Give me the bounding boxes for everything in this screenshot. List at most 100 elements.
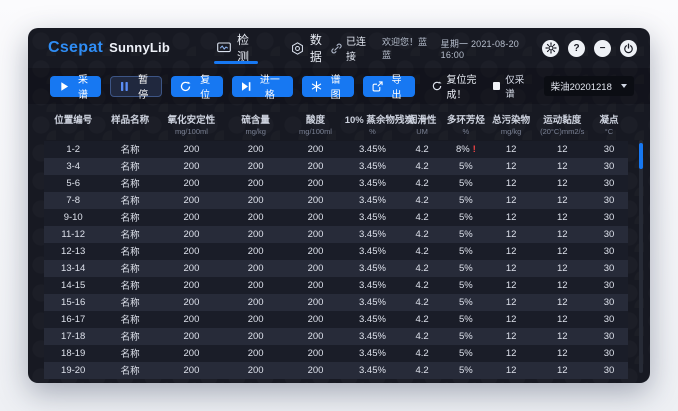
export-button[interactable]: 导出 xyxy=(363,76,415,97)
value-cell: 12 xyxy=(488,192,535,209)
sample-name-cell: 名称 xyxy=(102,260,157,277)
step-forward-button[interactable]: 进一格 xyxy=(232,76,292,97)
help-button[interactable]: ? xyxy=(568,40,585,57)
value-cell: 4.2 xyxy=(400,192,444,209)
value-cell: 30 xyxy=(590,277,628,294)
logo-text-secondary: SunnyLib xyxy=(109,40,170,55)
only-capture-checkbox[interactable]: 仅采谱 xyxy=(493,72,532,100)
tab-label: 数据 xyxy=(310,31,328,65)
capture-button[interactable]: 采谱 xyxy=(50,76,101,97)
minimize-button[interactable]: − xyxy=(594,40,611,57)
sample-select[interactable]: 柴油20201218 xyxy=(544,76,634,96)
welcome-text: 欢迎您！蓝蓝 xyxy=(382,35,428,61)
tab-detection[interactable]: 检测 xyxy=(214,28,258,68)
value-cell: 12 xyxy=(535,345,590,362)
power-button[interactable] xyxy=(620,40,637,57)
column-header: 位置编号 xyxy=(44,108,102,141)
alert-icon: ! xyxy=(473,144,476,154)
value-cell: 4.2 xyxy=(400,158,444,175)
table-row[interactable]: 11-12名称2002002003.45%4.25%121230 xyxy=(44,226,628,243)
value-cell: 200 xyxy=(286,226,344,243)
position-cell: 19-20 xyxy=(44,362,102,379)
value-cell: 30 xyxy=(590,260,628,277)
value-cell: 12 xyxy=(535,277,590,294)
table-row[interactable]: 3-4名称2002002003.45%4.25%121230 xyxy=(44,158,628,175)
value-cell: 200 xyxy=(158,260,225,277)
value-cell: 5% xyxy=(444,243,488,260)
button-label: 谱图 xyxy=(327,71,345,101)
value-cell: 12 xyxy=(488,311,535,328)
table-row[interactable]: 5-6名称2002002003.45%4.25%121230 xyxy=(44,175,628,192)
value-cell: 12 xyxy=(488,328,535,345)
scrollbar-thumb[interactable] xyxy=(639,143,643,169)
table-row[interactable]: 19-20名称2002002003.45%4.25%121230 xyxy=(44,362,628,379)
column-header: 酸度mg/100ml xyxy=(286,108,344,141)
value-cell: 3.45% xyxy=(345,192,400,209)
value-cell: 4.2 xyxy=(400,243,444,260)
table-row[interactable]: 15-16名称2002002003.45%4.25%121230 xyxy=(44,294,628,311)
position-cell: 5-6 xyxy=(44,175,102,192)
value-cell: 8%! xyxy=(444,141,488,158)
position-cell: 9-10 xyxy=(44,209,102,226)
button-label: 暂停 xyxy=(134,71,152,101)
value-cell: 3.45% xyxy=(345,226,400,243)
sample-name-cell: 名称 xyxy=(102,175,157,192)
table-row[interactable]: 7-8名称2002002003.45%4.25%121230 xyxy=(44,192,628,209)
value-cell: 200 xyxy=(225,311,286,328)
reset-icon xyxy=(180,81,191,92)
table-row[interactable]: 14-15名称2002002003.45%4.25%121230 xyxy=(44,277,628,294)
value-cell: 12 xyxy=(535,311,590,328)
table-row[interactable]: 12-13名称2002002003.45%4.25%121230 xyxy=(44,243,628,260)
vertical-scrollbar[interactable] xyxy=(639,140,643,373)
table-row[interactable]: 13-14名称2002002003.45%4.25%121230 xyxy=(44,260,628,277)
datetime-text: 星期一 2021-08-20 16:00 xyxy=(441,37,529,60)
spectrum-button[interactable]: 谱图 xyxy=(302,76,354,97)
pause-button[interactable]: 暂停 xyxy=(110,76,162,97)
sample-name-cell: 名称 xyxy=(102,345,157,362)
export-icon xyxy=(372,81,383,92)
table-row[interactable]: 17-18名称2002002003.45%4.25%121230 xyxy=(44,328,628,345)
value-cell: 12 xyxy=(535,226,590,243)
value-cell: 5% xyxy=(444,362,488,379)
position-cell: 18-19 xyxy=(44,345,102,362)
checkbox-icon[interactable] xyxy=(493,82,500,90)
value-cell: 200 xyxy=(158,158,225,175)
button-label: 导出 xyxy=(388,71,406,101)
column-header: 样品名称 xyxy=(102,108,157,141)
settings-button[interactable] xyxy=(542,40,559,57)
main-nav: 检测 数据 xyxy=(214,28,331,68)
value-cell: 5% xyxy=(444,209,488,226)
position-cell: 7-8 xyxy=(44,192,102,209)
value-cell: 4.2 xyxy=(400,311,444,328)
value-cell: 3.45% xyxy=(345,175,400,192)
value-cell: 200 xyxy=(225,345,286,362)
title-bar: Csepat SunnyLib 检测 xyxy=(28,28,650,68)
value-cell: 12 xyxy=(488,141,535,158)
value-cell: 30 xyxy=(590,141,628,158)
value-cell: 200 xyxy=(158,294,225,311)
value-cell: 3.45% xyxy=(345,209,400,226)
value-cell: 5% xyxy=(444,175,488,192)
position-cell: 3-4 xyxy=(44,158,102,175)
value-cell: 200 xyxy=(225,158,286,175)
value-cell: 12 xyxy=(488,243,535,260)
connection-label: 已连接 xyxy=(346,33,369,63)
value-cell: 30 xyxy=(590,294,628,311)
value-cell: 200 xyxy=(286,294,344,311)
value-cell: 12 xyxy=(535,294,590,311)
value-cell: 200 xyxy=(225,192,286,209)
value-cell: 4.2 xyxy=(400,226,444,243)
table-row[interactable]: 16-17名称2002002003.45%4.25%121230 xyxy=(44,311,628,328)
sample-name-cell: 名称 xyxy=(102,294,157,311)
tab-data[interactable]: 数据 xyxy=(288,28,331,68)
table-row[interactable]: 18-19名称2002002003.45%4.25%121230 xyxy=(44,345,628,362)
table-row[interactable]: 9-10名称2002002003.45%4.25%121230 xyxy=(44,209,628,226)
minus-icon: − xyxy=(600,43,606,54)
value-cell: 200 xyxy=(286,158,344,175)
table-row[interactable]: 1-2名称2002002003.45%4.28%!121230 xyxy=(44,141,628,158)
reset-button[interactable]: 复位 xyxy=(171,76,223,97)
play-icon xyxy=(59,81,69,92)
sample-name-cell: 名称 xyxy=(102,243,157,260)
value-cell: 200 xyxy=(225,362,286,379)
value-cell: 12 xyxy=(535,260,590,277)
